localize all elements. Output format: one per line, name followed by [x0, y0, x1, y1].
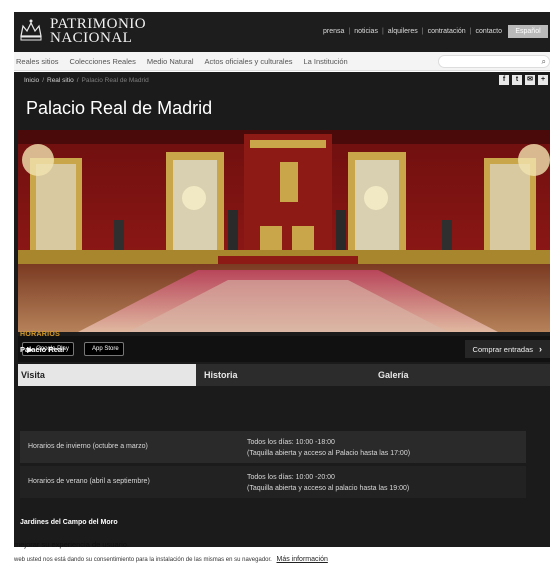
breadcrumb-real-sitio[interactable]: Real sitio	[47, 77, 74, 84]
chevron-right-icon: ›	[539, 344, 542, 354]
nav-item-colecciones[interactable]: Colecciones Reales	[70, 57, 136, 66]
buy-tickets-label: Comprar entradas	[472, 344, 533, 354]
schedule-row-value: Todos los días: 10:00 -20:00 (Taquilla a…	[247, 472, 409, 494]
buy-tickets-button[interactable]: Comprar entradas ›	[464, 340, 550, 358]
tab-visita[interactable]: Visita	[18, 364, 196, 386]
email-icon[interactable]: ✉	[525, 75, 535, 85]
nav-items: Reales sitios Colecciones Reales Medio N…	[16, 57, 359, 66]
schedule-note: (Taquilla abierta y acceso al Palacio ha…	[247, 450, 411, 457]
throne-room-photo	[18, 130, 550, 332]
cookie-consent-text: web usted nos está dando su consentimien…	[14, 557, 272, 563]
breadcrumb-separator: /	[42, 77, 44, 84]
schedule-row-label: Horarios de invierno (octubre a marzo)	[28, 443, 148, 450]
breadcrumb-separator: /	[76, 77, 79, 84]
schedule-section-title: Palacio Real	[20, 345, 65, 354]
link-prensa[interactable]: prensa	[323, 28, 344, 35]
breadcrumb-current: Palacio Real de Madrid	[81, 77, 149, 84]
crown-logo-icon	[20, 19, 42, 41]
breadcrumb: Inicio / Real sitio / Palacio Real de Ma…	[24, 77, 149, 84]
breadcrumb-inicio[interactable]: Inicio	[24, 77, 39, 84]
schedule-note: (Taquilla abierta y acceso al palacio ha…	[247, 485, 410, 492]
nav-item-actos[interactable]: Actos oficiales y culturales	[205, 57, 293, 66]
schedule-section2-title: Jardines del Campo del Moro	[20, 519, 118, 526]
hero-image[interactable]	[18, 130, 550, 332]
link-contratacion[interactable]: contratación	[428, 28, 466, 35]
nav-item-reales-sitios[interactable]: Reales sitios	[16, 57, 59, 66]
site-header: PATRIMONIO NACIONAL prensa | noticias | …	[14, 12, 550, 52]
schedule-row-value: Todos los días: 10:00 -18:00 (Taquilla a…	[247, 437, 410, 459]
separator: |	[421, 28, 424, 35]
cookie-notice-line1: mejorar su experiencia de usuario.	[14, 540, 130, 549]
patrimonio-logo[interactable]: PATRIMONIO NACIONAL	[16, 16, 146, 46]
separator: |	[381, 28, 384, 35]
separator: |	[348, 28, 351, 35]
schedule-row: Horarios de verano (abril a septiembre) …	[20, 466, 526, 498]
app-store-label: App Store	[92, 346, 119, 352]
social-share: f t ✉ +	[496, 75, 548, 85]
logo-text: PATRIMONIO NACIONAL	[50, 16, 147, 46]
separator: |	[469, 28, 472, 35]
language-button[interactable]: Español	[508, 25, 548, 38]
search-icon[interactable]: ⌕	[542, 57, 546, 67]
logo-line2: NACIONAL	[50, 30, 133, 46]
tab-galeria[interactable]: Galería	[374, 364, 550, 386]
top-links: prensa | noticias | alquileres | contrat…	[323, 28, 502, 35]
schedule-row: Horarios de invierno (octubre a marzo) T…	[20, 431, 526, 463]
link-contacto[interactable]: contacto	[476, 28, 502, 35]
facebook-icon[interactable]: f	[499, 75, 509, 85]
share-more-icon[interactable]: +	[538, 75, 548, 85]
app-bar: ▶ Google Play App Store Comprar entradas…	[18, 336, 550, 362]
nav-item-medio-natural[interactable]: Medio Natural	[147, 57, 194, 66]
schedule-heading: HORARIOS	[20, 331, 61, 338]
schedule-hours: Todos los días: 10:00 -20:00	[247, 474, 335, 481]
twitter-icon[interactable]: t	[512, 75, 522, 85]
main-nav: Reales sitios Colecciones Reales Medio N…	[14, 52, 550, 71]
page: PATRIMONIO NACIONAL prensa | noticias | …	[0, 0, 550, 570]
cookie-notice-line2: web usted nos está dando su consentimien…	[14, 556, 328, 563]
search-input[interactable]: ⌕	[438, 55, 550, 68]
tab-bar: Visita Historia Galería	[18, 364, 550, 386]
link-noticias[interactable]: noticias	[354, 28, 378, 35]
link-alquileres[interactable]: alquileres	[388, 28, 418, 35]
logo-line1: PATRIMONIO	[50, 16, 147, 32]
schedule-hours: Todos los días: 10:00 -18:00	[247, 439, 335, 446]
nav-item-institucion[interactable]: La Institución	[303, 57, 347, 66]
page-title: Palacio Real de Madrid	[26, 98, 213, 118]
tab-historia[interactable]: Historia	[196, 364, 374, 386]
app-store-badge[interactable]: App Store	[84, 342, 124, 356]
more-info-link[interactable]: Más información	[277, 556, 328, 563]
schedule-row-label: Horarios de verano (abril a septiembre)	[28, 478, 150, 485]
